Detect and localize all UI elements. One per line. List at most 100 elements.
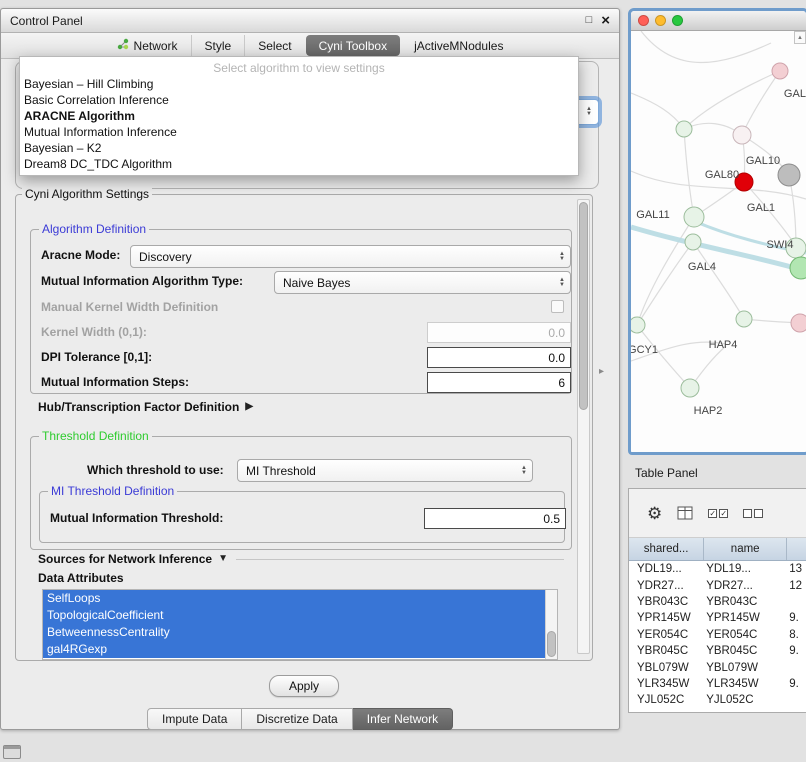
tab-jactivemnodules[interactable]: jActiveMNodules	[401, 35, 516, 56]
network-node[interactable]	[733, 126, 751, 144]
table-row[interactable]: YJL052C YJL052C	[629, 692, 806, 708]
checked-boxes-icon[interactable]: ✓ ✓	[708, 509, 728, 518]
mi-threshold-definition-group: MI Threshold Definition Mutual Informati…	[39, 491, 565, 543]
scrollbar-thumb[interactable]	[579, 202, 588, 410]
network-node-hap2[interactable]	[681, 379, 699, 397]
algorithm-option-basic-correlation[interactable]: Basic Correlation Inference	[20, 92, 578, 108]
tab-style[interactable]: Style	[191, 35, 245, 56]
network-node[interactable]	[791, 314, 806, 332]
sources-section[interactable]: Sources for Network Inference ▼	[38, 551, 564, 567]
algorithm-dropdown-popup: Select algorithm to view settings Bayesi…	[19, 56, 579, 176]
network-node-gcy1[interactable]	[631, 317, 645, 333]
hub-definition-label: Hub/Transcription Factor Definition	[38, 400, 239, 414]
network-node[interactable]	[772, 63, 788, 79]
gear-icon[interactable]: ⚙	[647, 505, 662, 522]
network-canvas[interactable]: GAL80 GAL10 GAL11 GAL1 SWI4 GAL4 GCY1 HA…	[631, 31, 806, 452]
tab-cyni-toolbox[interactable]: Cyni Toolbox	[306, 35, 400, 56]
table-row[interactable]: YBR045C YBR045C 9.	[629, 643, 806, 659]
cell-value: 13	[787, 563, 806, 575]
list-item-topologicalcoefficient[interactable]: TopologicalCoefficient	[43, 607, 546, 624]
network-node[interactable]	[676, 121, 692, 137]
expanded-arrow-icon[interactable]: ▼	[218, 554, 228, 564]
list-item-betweennesscentrality[interactable]: BetweennessCentrality	[43, 624, 546, 641]
node-label: GCY1	[631, 344, 658, 356]
minimize-traffic-light[interactable]	[655, 15, 666, 26]
algorithm-option-dream8[interactable]: Dream8 DC_TDC Algorithm	[20, 156, 578, 172]
network-node-gal4[interactable]	[685, 234, 701, 250]
close-traffic-light[interactable]	[638, 15, 649, 26]
network-window-titlebar[interactable]	[631, 11, 806, 31]
table-header: shared... name	[629, 538, 806, 561]
apply-button[interactable]: Apply	[269, 675, 339, 697]
table-row[interactable]: YBL079W YBL079W	[629, 659, 806, 675]
panel-splitter-arrow-icon[interactable]: ▸	[599, 366, 604, 377]
tab-label: Cyni Toolbox	[319, 39, 387, 53]
column-header-name[interactable]: name	[704, 538, 787, 560]
table-row[interactable]: YLR345W YLR345W 9.	[629, 676, 806, 692]
list-item-gal4rgexp[interactable]: gal4RGexp	[43, 641, 546, 658]
scroll-up-button[interactable]: ▲	[794, 31, 806, 44]
tab-select[interactable]: Select	[244, 35, 304, 56]
mi-threshold-input[interactable]: 0.5	[424, 508, 566, 529]
table-row[interactable]: YER054C YER054C 8.	[629, 627, 806, 643]
cell-shared-name: YDR27...	[629, 580, 704, 592]
close-window-icon[interactable]: ×	[601, 13, 610, 28]
table-row[interactable]: YDR27... YDR27... 12	[629, 577, 806, 593]
cell-shared-name: YPR145W	[629, 612, 704, 624]
cell-name: YJL052C	[704, 694, 787, 706]
combo-arrows-icon: ▲▼	[559, 252, 565, 262]
aracne-mode-combo[interactable]: Discovery ▲▼	[130, 245, 571, 268]
data-attributes-list[interactable]: SelfLoops TopologicalCoefficient Between…	[42, 589, 558, 660]
list-scrollbar[interactable]	[545, 590, 557, 659]
table-toolbar: ⚙ ✓ ✓	[629, 489, 806, 538]
list-item-selfloops[interactable]: SelfLoops	[43, 590, 546, 607]
cell-name: YBL079W	[704, 662, 787, 674]
dpi-tolerance-input[interactable]: 0.0	[427, 347, 571, 368]
tab-label: jActiveMNodules	[414, 39, 503, 53]
mi-algorithm-type-combo[interactable]: Naive Bayes ▲▼	[274, 271, 571, 294]
column-header-shared-name[interactable]: shared...	[629, 538, 704, 560]
network-node[interactable]	[790, 257, 806, 279]
which-threshold-combo[interactable]: MI Threshold ▲▼	[237, 459, 533, 482]
tab-network[interactable]: Network	[104, 35, 191, 56]
settings-scrollbar[interactable]	[577, 199, 590, 654]
columns-icon[interactable]	[677, 506, 693, 520]
aracne-mode-value: Discovery	[139, 250, 192, 264]
sources-label: Sources for Network Inference	[38, 552, 212, 566]
algorithm-option-bayesian-hill-climbing[interactable]: Bayesian – Hill Climbing	[20, 76, 578, 92]
cell-value: 9.	[787, 645, 806, 657]
tab-discretize-data[interactable]: Discretize Data	[242, 708, 352, 730]
algorithm-option-mutual-information[interactable]: Mutual Information Inference	[20, 124, 578, 140]
manual-kernel-width-checkbox[interactable]	[551, 300, 564, 313]
algorithm-option-bayesian-k2[interactable]: Bayesian – K2	[20, 140, 578, 156]
table-row[interactable]: YDL19... YDL19... 13	[629, 561, 806, 577]
network-node-gal10[interactable]	[778, 164, 800, 186]
tab-impute-data[interactable]: Impute Data	[147, 708, 242, 730]
hub-definition-section[interactable]: Hub/Transcription Factor Definition ▶	[38, 399, 253, 415]
kernel-width-input[interactable]: 0.0	[427, 322, 571, 343]
tab-infer-network[interactable]: Infer Network	[353, 708, 453, 730]
zoom-traffic-light[interactable]	[672, 15, 683, 26]
network-node-hap4[interactable]	[736, 311, 752, 327]
scrollbar-thumb[interactable]	[547, 631, 556, 657]
checked-box: ✓	[708, 509, 717, 518]
which-threshold-value: MI Threshold	[246, 464, 316, 478]
unchecked-boxes-icon[interactable]	[743, 509, 763, 518]
network-node-gal11[interactable]	[684, 207, 704, 227]
which-threshold-label: Which threshold to use:	[87, 463, 224, 477]
float-window-icon[interactable]: □	[586, 15, 593, 26]
node-label: GAL10	[746, 155, 780, 167]
mi-steps-input[interactable]: 6	[427, 372, 571, 393]
manual-kernel-width-label: Manual Kernel Width Definition	[41, 300, 218, 314]
node-label: HAP2	[694, 405, 723, 417]
column-header-extra[interactable]	[787, 538, 806, 560]
network-node-labels: GAL80 GAL10 GAL11 GAL1 SWI4 GAL4 GCY1 HA…	[631, 88, 806, 417]
table-row[interactable]: YBR043C YBR043C	[629, 594, 806, 610]
cell-name: YBR045C	[704, 645, 787, 657]
table-row[interactable]: YPR145W YPR145W 9.	[629, 610, 806, 626]
control-panel-titlebar[interactable]: Control Panel □ ×	[1, 9, 619, 33]
collapsed-panel-icon[interactable]	[3, 745, 21, 759]
network-icon	[117, 38, 129, 53]
collapsed-arrow-icon[interactable]: ▶	[245, 402, 253, 412]
algorithm-option-aracne[interactable]: ARACNE Algorithm	[20, 108, 578, 124]
